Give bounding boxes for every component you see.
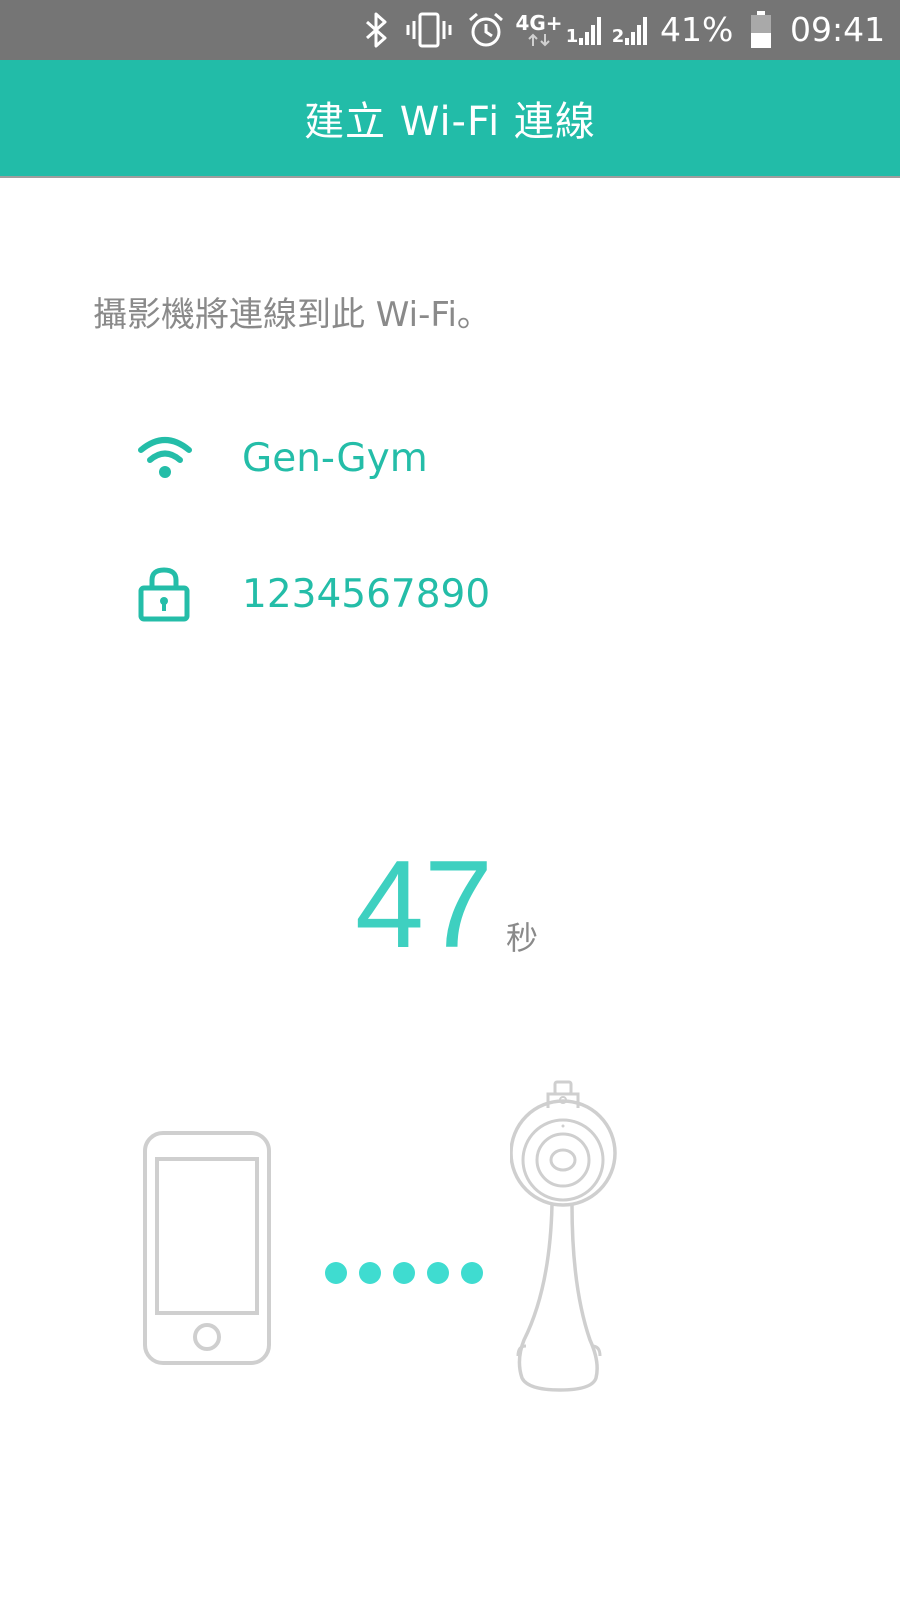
battery-percent: 41%: [660, 10, 734, 49]
sim2-label: 2: [611, 26, 625, 47]
description-text: 攝影機將連線到此 Wi-Fi。: [93, 295, 491, 335]
status-bar: 4G+ 1 2 41% 09:41: [0, 0, 900, 60]
signal-sim2-icon: 2: [610, 10, 652, 50]
alarm-icon: [466, 10, 506, 50]
clock: 09:41: [790, 10, 886, 49]
battery-icon: [748, 10, 774, 50]
network-4g-icon: 4G+: [515, 10, 563, 50]
progress-dot: [461, 1262, 483, 1284]
countdown-timer: 47: [355, 836, 493, 974]
countdown-unit: 秒: [506, 919, 539, 957]
network-type-label: 4G+: [515, 11, 563, 35]
page-title: 建立 Wi-Fi 連線: [304, 99, 596, 145]
sim1-label: 1: [565, 26, 579, 47]
phone-icon: [142, 1130, 272, 1366]
lock-icon: [138, 566, 190, 622]
network-name: Gen-Gym: [242, 436, 428, 481]
wifi-icon: [138, 436, 192, 480]
vibrate-icon: [406, 10, 452, 50]
bluetooth-icon: [362, 10, 392, 50]
progress-dot: [359, 1262, 381, 1284]
network-password: 1234567890: [242, 572, 491, 617]
progress-dot: [427, 1262, 449, 1284]
camera-icon: [510, 1078, 630, 1404]
progress-dot: [393, 1262, 415, 1284]
progress-dot: [325, 1262, 347, 1284]
signal-sim1-icon: 1: [564, 10, 606, 50]
app-bar: 建立 Wi-Fi 連線: [0, 60, 900, 178]
